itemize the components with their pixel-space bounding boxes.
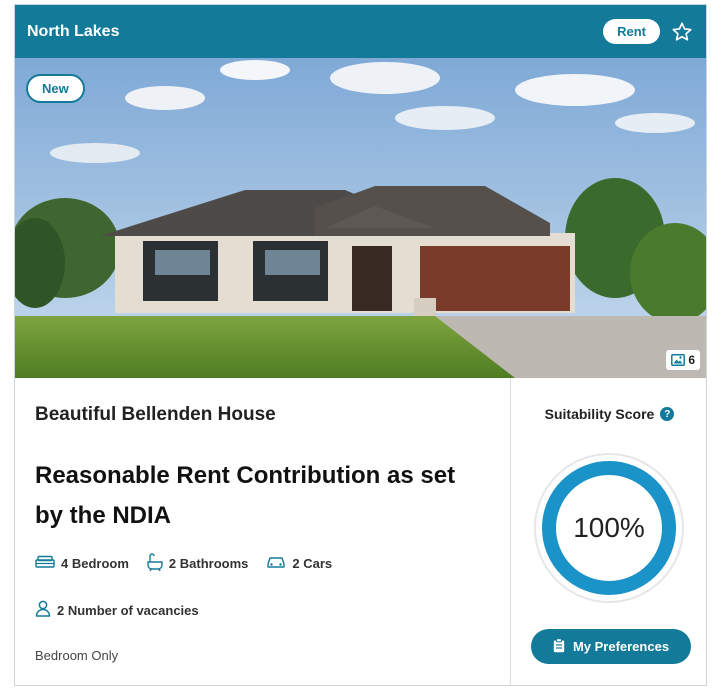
- suitability-label: Suitability Score: [544, 406, 655, 422]
- feature-label: 2 Cars: [292, 556, 333, 571]
- star-icon[interactable]: [670, 20, 694, 44]
- feature-bedrooms: 4 Bedroom: [35, 555, 129, 572]
- suitability-panel: Suitability Score ? 100% My Preferences: [511, 378, 706, 685]
- image-icon: [671, 354, 686, 366]
- location-title: North Lakes: [27, 22, 120, 40]
- suitability-gauge: 100%: [531, 450, 687, 606]
- photo-count: 6: [688, 353, 695, 367]
- feature-list: 4 Bedroom 2 Bathrooms 2 Cars: [35, 553, 332, 574]
- my-preferences-label: My Preferences: [572, 639, 670, 654]
- listing-card[interactable]: North Lakes Rent New 6 Beautiful Bellend…: [14, 4, 707, 686]
- feature-cars: 2 Cars: [266, 555, 332, 572]
- bath-icon: [147, 553, 163, 574]
- help-icon[interactable]: ?: [660, 407, 675, 421]
- suitability-heading: Suitability Score ?: [511, 406, 706, 422]
- house-image: [15, 58, 706, 378]
- vacancy-label: 2 Number of vacancies: [57, 602, 199, 618]
- suitability-value: 100%: [573, 512, 645, 543]
- room-type: Bedroom Only: [35, 648, 119, 663]
- person-icon: [35, 600, 51, 620]
- car-icon: [266, 555, 286, 572]
- feature-label: 4 Bedroom: [61, 556, 129, 571]
- header-actions: Rent: [603, 19, 694, 44]
- bed-icon: [35, 555, 55, 572]
- vacancy-info: 2 Number of vacancies: [35, 600, 199, 620]
- listing-details: Beautiful Bellenden House Reasonable Ren…: [15, 378, 510, 685]
- property-photo[interactable]: New 6: [15, 58, 706, 378]
- listing-headline: Reasonable Rent Contribution as set by t…: [35, 462, 456, 529]
- listing-title: Beautiful Bellenden House: [35, 404, 276, 425]
- feature-bathrooms: 2 Bathrooms: [147, 553, 248, 574]
- clipboard-icon: [553, 637, 565, 656]
- my-preferences-button[interactable]: My Preferences: [531, 629, 691, 664]
- card-header: North Lakes Rent: [15, 5, 706, 58]
- rent-badge: Rent: [603, 19, 660, 44]
- new-badge: New: [26, 74, 85, 103]
- feature-label: 2 Bathrooms: [168, 556, 249, 571]
- photo-count-badge[interactable]: 6: [666, 350, 700, 370]
